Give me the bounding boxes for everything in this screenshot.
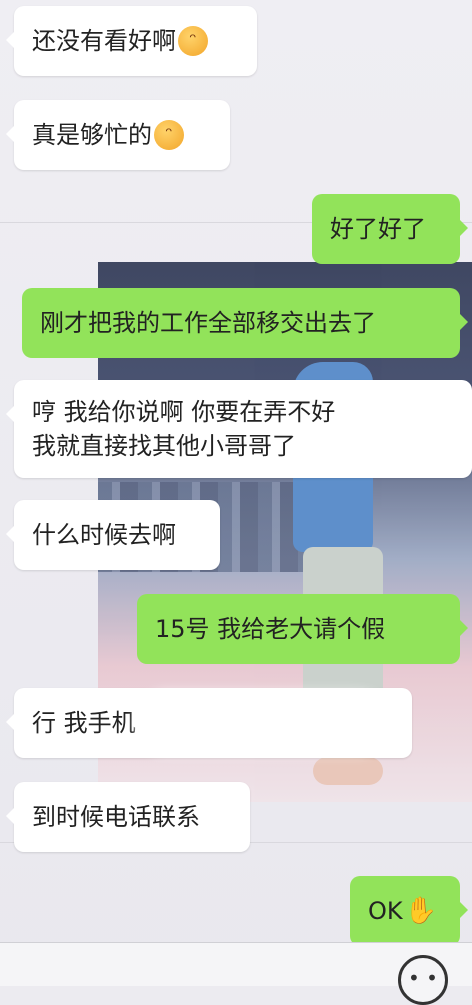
angry-face-icon: ᵔ [154, 120, 184, 150]
message-text-line: 我就直接找其他小哥哥了 [32, 432, 296, 460]
message-bubble-outgoing[interactable]: OK ✋ [350, 876, 468, 946]
redacted-phone-number [145, 703, 378, 743]
message-text: 什么时候去啊 [32, 521, 176, 549]
message-bubble-outgoing[interactable]: 刚才把我的工作全部移交出去了 [22, 288, 468, 358]
ok-hand-icon: ✋ [404, 896, 438, 926]
message-bubble-incoming[interactable]: 还没有看好啊 ᵔ [6, 6, 257, 76]
message-bubble-incoming[interactable]: 行 我手机 [6, 688, 412, 758]
smiley-icon[interactable]: • • [398, 955, 448, 1005]
message-text: 真是够忙的 [32, 121, 152, 149]
message-bubble-incoming[interactable]: 哼 我给你说啊 你要在弄不好 我就直接找其他小哥哥了 [6, 380, 472, 478]
angry-face-icon: ᵔ [178, 26, 208, 56]
message-bubble-outgoing[interactable]: 15号 我给老大请个假 [137, 594, 468, 664]
message-text: 到时候电话联系 [32, 803, 200, 831]
message-text-line: 哼 我给你说啊 你要在弄不好 [32, 398, 336, 426]
message-text: 15号 我给老大请个假 [155, 615, 386, 643]
message-bubble-incoming[interactable]: 真是够忙的 ᵔ [6, 100, 230, 170]
message-text: 刚才把我的工作全部移交出去了 [40, 309, 376, 337]
message-bubble-incoming[interactable]: 什么时候去啊 [6, 500, 220, 570]
message-bubble-outgoing[interactable]: 好了好了 [312, 194, 468, 264]
message-text: 行 我手机 [32, 709, 136, 737]
message-text: OK [368, 897, 403, 925]
message-text: 还没有看好啊 [32, 27, 176, 55]
illustration-figure-feet [313, 757, 383, 785]
message-bubble-incoming[interactable]: 到时候电话联系 [6, 782, 250, 852]
message-text: 好了好了 [330, 215, 426, 243]
